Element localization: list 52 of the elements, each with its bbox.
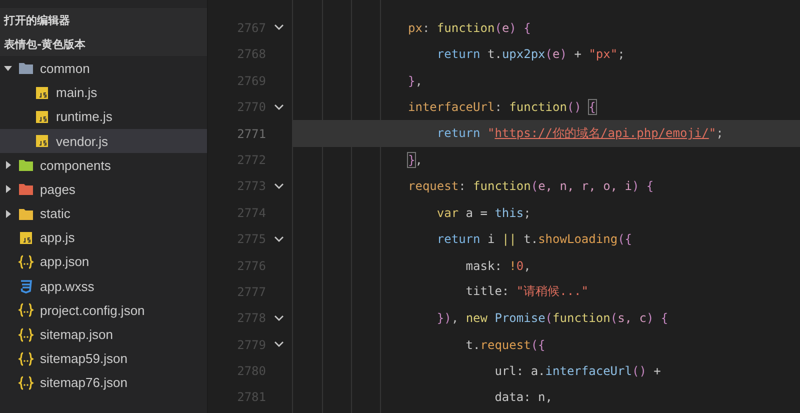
braces-icon [18, 254, 34, 270]
file-tree-item[interactable]: sitemap59.json [0, 346, 207, 371]
braces-icon [18, 374, 34, 391]
section-header[interactable]: 打开的编辑器 [0, 8, 207, 32]
code-line: t.request({ [464, 338, 546, 352]
code-line: }, [408, 74, 422, 88]
collapsed-arrow-icon[interactable] [4, 161, 12, 170]
braces-icon [18, 326, 34, 343]
css-file-icon [18, 278, 34, 294]
code-line: interfaceUrl: function() { [408, 100, 596, 114]
code-line: return "https://你的域名/api.php/emoji/"; [436, 125, 724, 142]
js-file-icon [34, 108, 50, 125]
code-line: }), new Promise(function(s, c) { [436, 311, 668, 326]
file-tree-item[interactable]: vendor.js [0, 128, 207, 154]
file-tree-item[interactable]: components [0, 153, 207, 178]
code-line: }, [408, 152, 422, 167]
file-tree-item[interactable]: static [0, 202, 207, 226]
file-tree-item[interactable]: sitemap.json [0, 322, 207, 347]
code-line: return t.upx2px(e) + "px"; [436, 47, 625, 62]
js-file-icon [34, 133, 50, 150]
fold-chevron-icon[interactable] [274, 314, 284, 322]
file-tree-item[interactable]: app.js [0, 226, 207, 250]
braces-icon [18, 350, 34, 367]
fold-chevron-icon[interactable] [274, 341, 284, 348]
file-tree-item[interactable]: sitemap76.json [0, 370, 207, 395]
code-line: title: "请稍候..." [464, 283, 588, 300]
fold-chevron-icon[interactable] [274, 236, 284, 243]
section-header[interactable]: 表情包-黄色版本 [0, 32, 207, 56]
code-line: px: function(e) { [408, 20, 531, 35]
file-tree-item[interactable]: pages [0, 177, 207, 202]
code-line: data: n, [494, 390, 552, 404]
expanded-arrow-icon[interactable] [4, 64, 12, 72]
js-file-icon [18, 230, 34, 246]
js-file-icon [34, 84, 50, 101]
collapsed-arrow-icon[interactable] [4, 210, 12, 218]
code-line: var a = this; [436, 206, 531, 220]
file-tree-item[interactable]: main.js [0, 80, 207, 105]
fold-chevron-icon[interactable] [274, 104, 284, 111]
collapsed-arrow-icon[interactable] [4, 185, 12, 194]
file-tree-item[interactable]: project.config.json [0, 298, 207, 322]
fold-chevron-icon[interactable] [274, 182, 284, 190]
file-tree-item[interactable]: app.wxss [0, 274, 207, 298]
file-tree-item[interactable]: runtime.js [0, 104, 207, 129]
file-tree-item[interactable]: app.json [0, 250, 207, 274]
code-line: request: function(e, n, r, o, i) { [408, 179, 654, 194]
fold-chevron-icon[interactable] [274, 24, 284, 32]
code-line: url: a.interfaceUrl() + [494, 364, 661, 378]
file-tree-item[interactable]: common [0, 56, 207, 81]
code-line: mask: !0, [464, 258, 531, 272]
code-line: return i || t.showLoading({ [436, 232, 632, 246]
line-number: 2771 [236, 126, 266, 141]
braces-icon [18, 302, 34, 318]
